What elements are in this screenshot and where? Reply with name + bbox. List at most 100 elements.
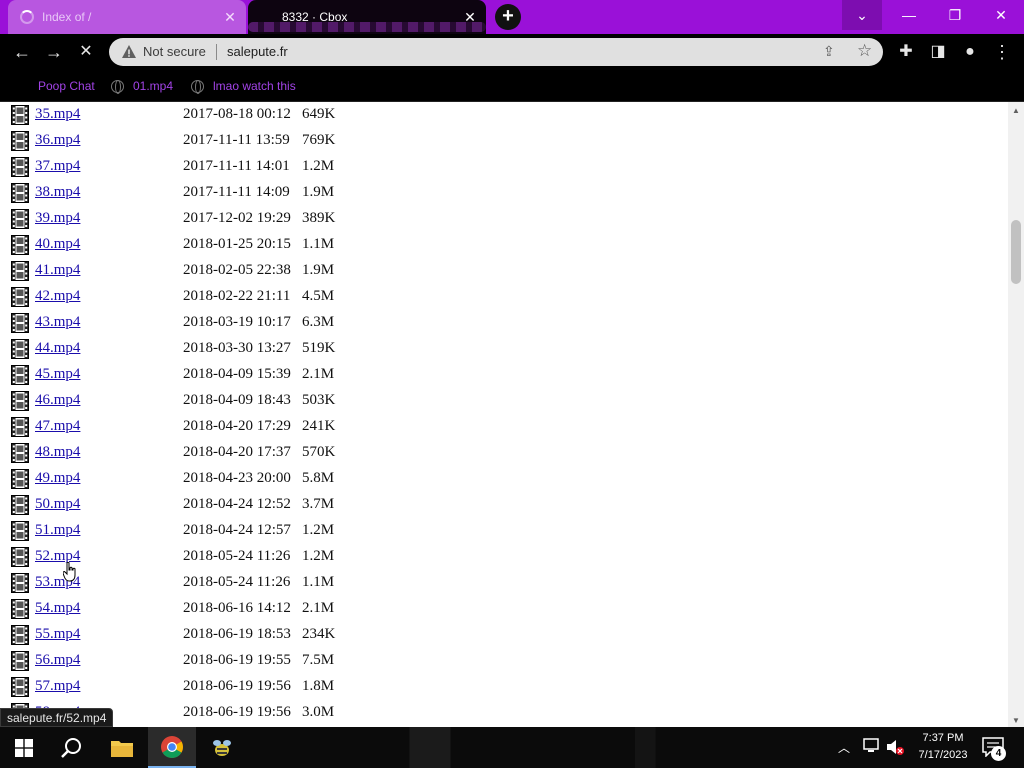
network-icon[interactable] (862, 738, 880, 754)
file-size: 1.9M (302, 262, 335, 278)
minimize-icon[interactable]: — (886, 0, 932, 30)
file-link[interactable]: 43.mp4 (35, 314, 80, 331)
file-link[interactable]: 48.mp4 (35, 444, 80, 461)
profile-icon[interactable]: ● (956, 38, 984, 66)
file-link[interactable]: 41.mp4 (35, 262, 80, 279)
table-row: 53.mp4 2018-05-24 11:26 1.1M (0, 570, 520, 596)
file-explorer-icon[interactable] (98, 727, 146, 768)
file-modified-date: 2017-08-18 00:12 (183, 106, 291, 122)
film-icon (11, 105, 29, 125)
file-link[interactable]: 55.mp4 (35, 626, 80, 643)
new-tab-button[interactable]: + (495, 4, 521, 30)
bookmark-label: lmao watch this (213, 79, 296, 93)
tray-expand-chevron-icon[interactable]: ︿ (838, 739, 850, 756)
tab-close-icon[interactable]: ✕ (462, 9, 478, 25)
file-modified-date: 2018-06-19 19:56 (183, 678, 291, 694)
file-link[interactable]: 44.mp4 (35, 340, 80, 357)
file-size: 1.9M (302, 184, 335, 200)
film-icon (11, 469, 29, 489)
warning-icon[interactable] (121, 44, 137, 60)
hand-pointer-cursor-icon (63, 562, 76, 582)
back-arrow-icon[interactable]: ← (8, 38, 36, 66)
file-modified-date: 2018-06-19 19:56 (183, 704, 291, 720)
scroll-down-arrow-icon[interactable]: ▼ (1012, 716, 1020, 725)
kebab-menu-icon[interactable]: ⋮ (988, 38, 1016, 66)
file-link[interactable]: 49.mp4 (35, 470, 80, 487)
file-size: 1.2M (302, 548, 335, 564)
table-row: 42.mp4 2018-02-22 21:11 4.5M (0, 284, 520, 310)
clock-time[interactable]: 7:37 PM (912, 732, 974, 744)
restore-icon[interactable]: ❐ (932, 0, 978, 30)
file-link[interactable]: 35.mp4 (35, 106, 80, 123)
extensions-puzzle-icon[interactable]: ✚ (892, 38, 920, 66)
address-bar[interactable]: Not secure salepute.fr ⇪ ☆ (109, 38, 883, 66)
film-icon (11, 209, 29, 229)
share-icon[interactable]: ⇪ (823, 43, 835, 60)
table-row: 56.mp4 2018-06-19 19:55 7.5M (0, 648, 520, 674)
vertical-scrollbar[interactable]: ▲ ▼ (1008, 102, 1024, 727)
globe-icon (191, 79, 204, 94)
table-row: 54.mp4 2018-06-16 14:12 2.1M (0, 596, 520, 622)
bookmark-lmao-watch-this[interactable]: lmao watch this (191, 77, 296, 95)
file-link[interactable]: 51.mp4 (35, 522, 80, 539)
film-icon (11, 651, 29, 671)
file-size: 1.8M (302, 678, 335, 694)
file-size: 5.8M (302, 470, 335, 486)
file-link[interactable]: 39.mp4 (35, 210, 80, 227)
volume-muted-icon[interactable] (886, 738, 904, 756)
file-modified-date: 2017-11-11 14:01 (183, 158, 290, 174)
close-window-icon[interactable]: ✕ (978, 0, 1024, 30)
file-size: 6.3M (302, 314, 335, 330)
file-link[interactable]: 56.mp4 (35, 652, 80, 669)
file-link[interactable]: 36.mp4 (35, 132, 80, 149)
tab-search-icon[interactable]: ⌄ (842, 0, 882, 30)
film-icon (11, 339, 29, 359)
url-text[interactable]: salepute.fr (227, 44, 288, 59)
film-icon (11, 521, 29, 541)
tab-cbox[interactable]: 8332 · Cbox ✕ (248, 0, 486, 34)
file-link[interactable]: 50.mp4 (35, 496, 80, 513)
side-panel-icon[interactable]: ◨ (924, 38, 952, 66)
film-icon (11, 287, 29, 307)
table-row: 55.mp4 2018-06-19 18:53 234K (0, 622, 520, 648)
windows-start-icon[interactable] (0, 727, 48, 768)
file-size: 1.1M (302, 236, 335, 252)
magnifier-icon (61, 737, 81, 758)
stop-loading-icon[interactable]: ✕ (72, 38, 100, 66)
file-size: 2.1M (302, 366, 335, 382)
file-modified-date: 2018-06-16 14:12 (183, 600, 291, 616)
chrome-icon[interactable] (148, 727, 196, 768)
notification-count-badge: 4 (991, 746, 1006, 761)
bookmark-01-mp4[interactable]: 01.mp4 (111, 77, 173, 95)
file-size: 519K (302, 340, 336, 356)
film-icon (11, 625, 29, 645)
file-link[interactable]: 46.mp4 (35, 392, 80, 409)
tab-index[interactable]: Index of / ✕ (8, 0, 246, 34)
windows-taskbar: ︿ 7:37 PM 7/17/2023 4 (0, 727, 1024, 768)
scroll-up-arrow-icon[interactable]: ▲ (1012, 106, 1020, 115)
table-row: 46.mp4 2018-04-09 18:43 503K (0, 388, 520, 414)
file-modified-date: 2018-04-23 20:00 (183, 470, 291, 486)
security-label[interactable]: Not secure (143, 44, 206, 59)
tab-close-icon[interactable]: ✕ (222, 9, 238, 25)
bookmark-poop-chat[interactable]: Poop Chat (38, 77, 95, 95)
search-icon[interactable] (48, 727, 96, 768)
clock-date[interactable]: 7/17/2023 (912, 749, 974, 761)
file-link[interactable]: 45.mp4 (35, 366, 80, 383)
forward-arrow-icon[interactable]: → (40, 38, 68, 66)
file-link[interactable]: 42.mp4 (35, 288, 80, 305)
file-modified-date: 2018-04-24 12:52 (183, 496, 291, 512)
file-modified-date: 2018-05-24 11:26 (183, 548, 291, 564)
bookmark-star-icon[interactable]: ☆ (857, 41, 872, 61)
scrollbar-thumb[interactable] (1011, 220, 1021, 284)
file-modified-date: 2017-11-11 14:09 (183, 184, 290, 200)
file-size: 769K (302, 132, 336, 148)
app-icon[interactable] (198, 727, 246, 768)
file-link[interactable]: 57.mp4 (35, 678, 80, 695)
file-link[interactable]: 38.mp4 (35, 184, 80, 201)
windows-logo-icon (15, 738, 33, 757)
file-link[interactable]: 47.mp4 (35, 418, 80, 435)
file-link[interactable]: 40.mp4 (35, 236, 80, 253)
file-link[interactable]: 54.mp4 (35, 600, 80, 617)
file-link[interactable]: 37.mp4 (35, 158, 80, 175)
